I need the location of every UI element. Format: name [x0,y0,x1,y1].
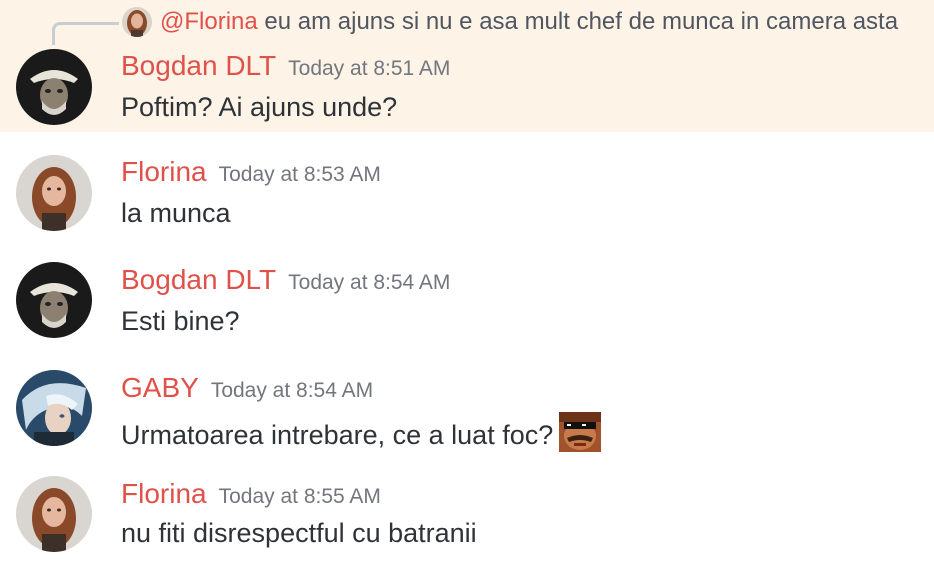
message-item[interactable]: GABY Today at 8:54 AM Urmatoarea intrebar… [0,368,934,460]
avatar[interactable] [16,476,92,552]
author-name[interactable]: Bogdan DLT [121,264,276,295]
reply-connector [52,22,119,45]
message-content: Urmatoarea intrebare, ce a luat foc? [121,412,602,452]
reply-content: eu am ajuns si nu e asa mult chef de mun… [264,8,899,35]
message-item[interactable]: @Florina eu am ajuns si nu e asa mult ch… [0,0,934,132]
avatar[interactable] [16,155,92,231]
message-header: Bogdan DLT Today at 8:51 AM [121,50,450,82]
avatar[interactable] [16,370,92,446]
reply-avatar [122,7,152,37]
message-content: la munca [121,198,231,228]
reply-preview[interactable]: @Florina eu am ajuns si nu e asa mult ch… [0,4,934,45]
message-item[interactable]: Florina Today at 8:53 AM la munca [0,152,934,242]
author-name[interactable]: Florina [121,478,207,509]
message-content: Esti bine? [121,306,240,336]
chat-message-list: @Florina eu am ajuns si nu e asa mult ch… [0,0,934,572]
author-name[interactable]: Florina [121,156,207,187]
deal-with-it-sunglasses-emoji[interactable] [559,412,602,452]
avatar[interactable] [16,49,92,125]
timestamp[interactable]: Today at 8:55 AM [219,485,381,508]
author-name[interactable]: GABY [121,372,199,403]
message-item[interactable]: Bogdan DLT Today at 8:54 AM Esti bine? [0,260,934,350]
message-header: Florina Today at 8:53 AM [121,156,381,188]
message-header: Florina Today at 8:55 AM [121,478,381,510]
message-content: nu fiti disrespectful cu batranii [121,518,477,548]
reply-mention[interactable]: @Florina [160,8,258,35]
message-item[interactable]: Florina Today at 8:55 AM nu fiti disrespe… [0,476,934,568]
message-header: Bogdan DLT Today at 8:54 AM [121,264,450,296]
reply-text: @Florina eu am ajuns si nu e asa mult ch… [160,8,898,36]
timestamp[interactable]: Today at 8:54 AM [288,271,450,294]
message-text: Urmatoarea intrebare, ce a luat foc? [121,420,554,450]
message-header: GABY Today at 8:54 AM [121,372,373,404]
timestamp[interactable]: Today at 8:51 AM [288,57,450,80]
timestamp[interactable]: Today at 8:54 AM [211,379,373,402]
avatar[interactable] [16,262,92,338]
timestamp[interactable]: Today at 8:53 AM [219,163,381,186]
author-name[interactable]: Bogdan DLT [121,50,276,81]
message-content: Poftim? Ai ajuns unde? [121,92,398,122]
